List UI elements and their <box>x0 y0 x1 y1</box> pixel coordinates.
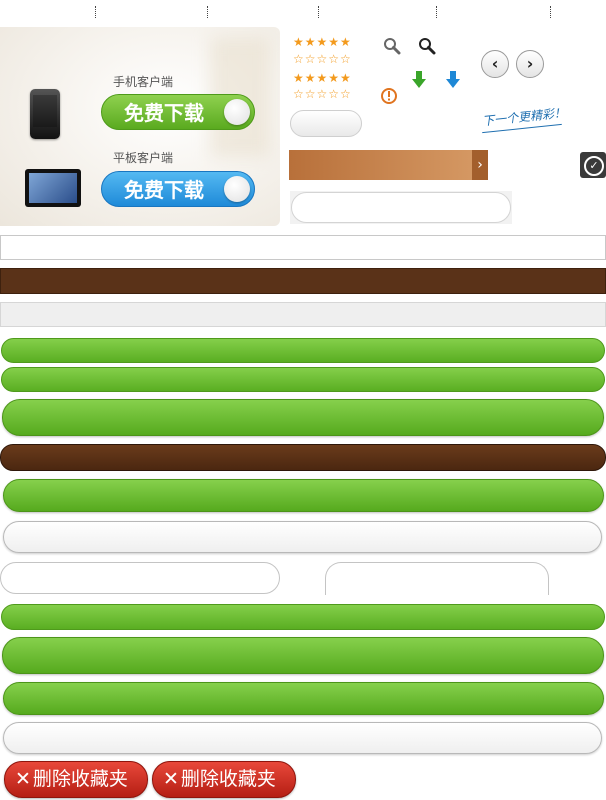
top-separator <box>207 6 208 18</box>
white-rounded-bar[interactable] <box>3 521 602 553</box>
search-icon[interactable] <box>383 37 401 55</box>
tablet-download-label: 免费下载 <box>124 178 204 202</box>
close-icon: ✕ <box>163 768 179 790</box>
tablet-image <box>25 169 81 207</box>
chevron-right-icon: › <box>526 54 534 73</box>
small-pill-button[interactable] <box>290 110 362 137</box>
white-rounded-bar[interactable] <box>3 722 602 754</box>
check-button[interactable]: ✓ <box>580 152 606 178</box>
phone-image <box>30 89 60 139</box>
star-rating-full-icon[interactable]: ★★★★★ <box>293 72 352 84</box>
green-button-bar[interactable] <box>1 367 605 392</box>
phone-download-button[interactable]: 免费下载 <box>101 94 255 130</box>
next-button[interactable]: › <box>516 50 544 78</box>
brown-bar <box>0 268 606 294</box>
warning-icon <box>381 88 397 104</box>
delete-favorites-label: 删除收藏夹 <box>32 768 128 790</box>
tablet-client-label: 平板客户端 <box>113 151 174 165</box>
search-field-container <box>290 191 512 224</box>
white-input-bar[interactable] <box>0 235 606 260</box>
check-circle-icon: ✓ <box>584 156 604 176</box>
brown-tab-bar[interactable]: › <box>289 150 488 180</box>
green-large-button-bar[interactable] <box>3 682 604 715</box>
green-down-arrow-icon[interactable] <box>411 71 427 89</box>
green-button-bar[interactable] <box>1 604 605 630</box>
toggle-knob-icon <box>224 99 250 125</box>
star-rating-empty-icon[interactable]: ☆☆☆☆☆ <box>293 88 352 100</box>
close-icon: ✕ <box>15 768 31 790</box>
green-large-button-bar[interactable] <box>2 399 604 436</box>
gray-bar <box>0 302 606 327</box>
top-separator <box>318 6 319 18</box>
top-separator <box>436 6 437 18</box>
green-large-button-bar[interactable] <box>2 637 604 674</box>
star-rating-full-icon[interactable]: ★★★★★ <box>293 36 352 48</box>
toggle-knob-icon <box>224 176 250 202</box>
phone-client-label: 手机客户端 <box>113 75 174 89</box>
delete-favorites-button[interactable]: ✕ 删除收藏夹 <box>4 761 148 798</box>
right-white-tab[interactable] <box>325 562 549 595</box>
tablet-download-button[interactable]: 免费下载 <box>101 171 255 207</box>
chevron-left-icon: ‹ <box>491 54 499 73</box>
blue-down-arrow-icon[interactable] <box>445 71 461 89</box>
brown-rounded-bar[interactable] <box>0 444 606 471</box>
client-download-panel: 手机客户端 免费下载 平板客户端 免费下载 <box>0 27 280 226</box>
delete-favorites-button[interactable]: ✕ 删除收藏夹 <box>152 761 296 798</box>
top-separator <box>550 6 551 18</box>
phone-download-label: 免费下载 <box>124 101 204 125</box>
search-input[interactable] <box>291 192 511 223</box>
green-button-bar[interactable] <box>1 338 605 363</box>
search-icon[interactable] <box>418 37 436 55</box>
green-large-button-bar[interactable] <box>3 479 604 512</box>
top-separator <box>95 6 96 18</box>
star-rating-empty-icon[interactable]: ☆☆☆☆☆ <box>293 53 352 65</box>
delete-favorites-label: 删除收藏夹 <box>180 768 276 790</box>
previous-button[interactable]: ‹ <box>481 50 509 78</box>
left-white-field[interactable] <box>0 562 280 594</box>
chevron-right-icon: › <box>472 150 488 180</box>
